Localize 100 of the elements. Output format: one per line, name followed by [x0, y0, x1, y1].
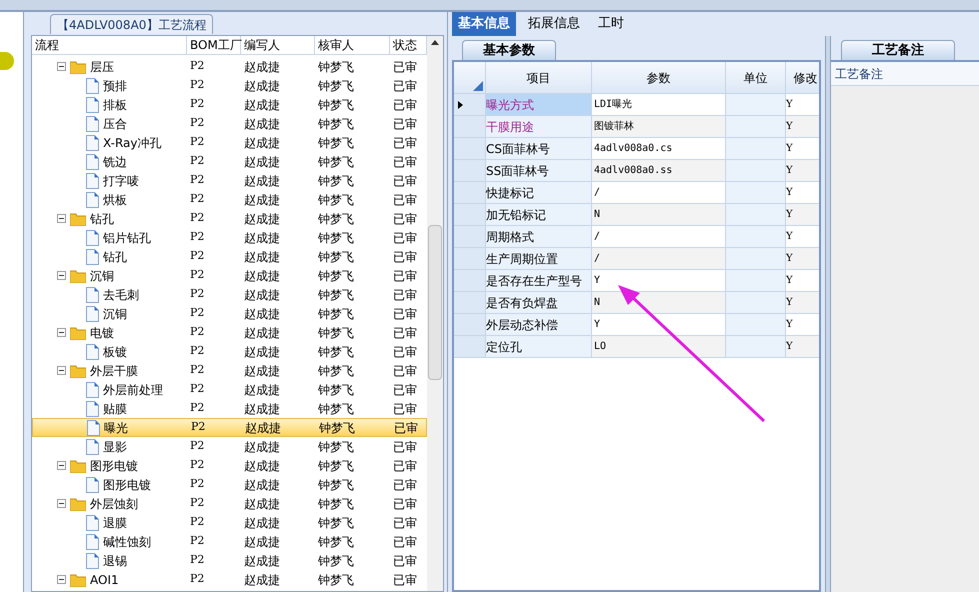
tree-row[interactable]: 铣边 P2 赵成捷 钟梦飞 已审 [32, 152, 427, 171]
table-cell-text: 已审 [393, 420, 419, 436]
collapse-icon[interactable] [57, 328, 66, 337]
table-cell: 快捷标记 [486, 182, 592, 203]
table-cell: 周期格式 [486, 226, 592, 247]
table-cell-text: 钟梦飞 [317, 58, 355, 76]
tree-row[interactable]: 沉铜 P2 赵成捷 钟梦飞 已审 [32, 304, 427, 323]
tree-row[interactable]: 碱性蚀刻 P2 赵成捷 钟梦飞 已审 [32, 532, 427, 551]
table-cell-text: P2 [189, 248, 206, 264]
table-cell-text: Y [786, 164, 794, 178]
document-icon [86, 134, 99, 150]
tab[interactable]: 拓展信息 [522, 12, 586, 36]
tree-row[interactable]: 电镀 P2 赵成捷 钟梦飞 已审 [32, 323, 427, 342]
column-header[interactable]: 编写人 [241, 36, 315, 54]
table-cell-text: P2 [189, 552, 206, 568]
tree-row[interactable]: 打字唛 P2 赵成捷 钟梦飞 已审 [32, 171, 427, 190]
column-header[interactable]: 项目 [486, 62, 592, 93]
tree-row[interactable]: 贴膜 P2 赵成捷 钟梦飞 已审 [32, 399, 427, 418]
table-cell-text: 赵成捷 [243, 382, 281, 398]
top-splitter-bar[interactable] [0, 0, 979, 12]
column-header[interactable]: 单位 [726, 62, 786, 93]
table-cell-text: 赵成捷 [243, 96, 281, 114]
collapse-icon[interactable] [57, 271, 66, 280]
table-cell: SS面菲林号 [486, 160, 592, 181]
table-cell-text: Y [786, 98, 794, 112]
tree-row[interactable]: 层压 P2 赵成捷 钟梦飞 已审 [32, 57, 427, 76]
column-header[interactable]: 核审人 [315, 36, 390, 54]
table-cell-text: 赵成捷 [243, 400, 281, 418]
collapse-icon[interactable] [57, 499, 66, 508]
row-selector[interactable] [454, 94, 486, 115]
table-cell-text: 钟梦飞 [317, 116, 355, 132]
tree-row[interactable]: 图形电镀 P2 赵成捷 钟梦飞 已审 [32, 456, 427, 475]
tree-row[interactable]: 外层干膜 P2 赵成捷 钟梦飞 已审 [32, 361, 427, 380]
document-icon [86, 192, 99, 208]
table-cell-text: 赵成捷 [243, 172, 281, 190]
subpanel-tab[interactable]: 基本参数 [462, 40, 556, 60]
collapse-icon[interactable] [57, 214, 66, 223]
tree-row[interactable]: 图形电镀 P2 赵成捷 钟梦飞 已审 [32, 475, 427, 494]
table-cell-text: 赵成捷 [243, 154, 281, 170]
tree-row[interactable]: 曝光 P2 赵成捷 钟梦飞 已审 [32, 418, 427, 437]
tree-row[interactable]: 外层前处理 P2 赵成捷 钟梦飞 已审 [32, 380, 427, 399]
table-cell: 曝光方式 [486, 94, 592, 115]
column-header[interactable]: 流程 [32, 36, 187, 54]
table-cell-text: 钟梦飞 [317, 286, 355, 304]
table-cell-text: 赵成捷 [243, 192, 281, 208]
table-cell-text: Y [786, 296, 794, 310]
tree-label: 烘板 [103, 192, 127, 208]
tree-row[interactable]: 外层蚀刻 P2 赵成捷 钟梦飞 已审 [32, 494, 427, 513]
vertical-scrollbar[interactable] [427, 36, 443, 591]
document-icon [86, 154, 99, 170]
tab[interactable]: 工时 [592, 12, 630, 36]
panel-title-tab[interactable]: 【4ADLV008A0】工艺流程 [50, 14, 214, 34]
tree-label: 沉铜 [90, 268, 114, 284]
tree-row[interactable]: 去毛刺 P2 赵成捷 钟梦飞 已审 [32, 285, 427, 304]
tree-row[interactable]: 沉铜 P2 赵成捷 钟梦飞 已审 [32, 266, 427, 285]
tree-label: 去毛刺 [103, 286, 139, 304]
tab[interactable]: 基本信息 [452, 12, 516, 36]
tree-row[interactable]: AOI1 P2 赵成捷 钟梦飞 已审 [32, 570, 427, 589]
tree-row[interactable]: 铝片钻孔 P2 赵成捷 钟梦飞 已审 [32, 228, 427, 247]
tree-row[interactable]: 退膜 P2 赵成捷 钟梦飞 已审 [32, 513, 427, 532]
table-cell-text: 赵成捷 [243, 344, 281, 360]
tree-label: 层压 [90, 58, 114, 76]
scrollbar-thumb[interactable] [428, 225, 442, 380]
table-cell: 干膜用途 [486, 116, 592, 137]
tree-row[interactable]: X-Ray冲孔 P2 赵成捷 钟梦飞 已审 [32, 133, 427, 152]
table-cell-text: Y [786, 208, 794, 222]
table-cell-text: P2 [189, 96, 206, 112]
subpanel-tab[interactable]: 工艺备注 [841, 40, 955, 60]
scroll-up-icon[interactable] [431, 40, 439, 45]
table-cell-text: 已审 [392, 172, 418, 190]
collapse-icon[interactable] [57, 461, 66, 470]
tree-row[interactable]: 钻孔 P2 赵成捷 钟梦飞 已审 [32, 247, 427, 266]
column-header[interactable]: BOM工厂 [187, 36, 241, 54]
table-cell-text: 钟梦飞 [317, 572, 355, 588]
table-cell-text: 赵成捷 [243, 268, 281, 284]
column-header[interactable]: 参数 [592, 62, 726, 93]
splitter-bar[interactable] [825, 36, 831, 592]
collapse-icon[interactable] [57, 366, 66, 375]
collapse-icon[interactable] [57, 575, 66, 584]
tree-row[interactable]: 预排 P2 赵成捷 钟梦飞 已审 [32, 76, 427, 95]
collapse-icon[interactable] [57, 62, 66, 71]
column-header[interactable]: 工艺备注 [831, 62, 979, 86]
tree-row[interactable]: 烘板 P2 赵成捷 钟梦飞 已审 [32, 190, 427, 209]
tree-label: X-Ray冲孔 [103, 134, 162, 152]
table-cell-text: 钟梦飞 [317, 248, 355, 266]
table-cell-text: P2 [189, 343, 206, 360]
tree-row[interactable]: 排板 P2 赵成捷 钟梦飞 已审 [32, 95, 427, 114]
table-cell-text: 已审 [392, 344, 418, 360]
tree-row[interactable]: 钻孔 P2 赵成捷 钟梦飞 已审 [32, 209, 427, 228]
current-row-icon [458, 100, 463, 108]
tree-row[interactable]: 板镀 P2 赵成捷 钟梦飞 已审 [32, 342, 427, 361]
table-cell-text: 已审 [392, 286, 418, 304]
table-cell-text: 钟梦飞 [317, 230, 355, 246]
table-cell-text: P2 [189, 476, 206, 492]
table-cell: 是否存在生产型号 [486, 270, 592, 291]
tree-row[interactable]: 显影 P2 赵成捷 钟梦飞 已审 [32, 437, 427, 456]
table-cell-text: P2 [189, 362, 206, 378]
table-cell-text: 赵成捷 [243, 534, 281, 550]
tree-row[interactable]: 压合 P2 赵成捷 钟梦飞 已审 [32, 114, 427, 133]
tree-row[interactable]: 退锡 P2 赵成捷 钟梦飞 已审 [32, 551, 427, 570]
